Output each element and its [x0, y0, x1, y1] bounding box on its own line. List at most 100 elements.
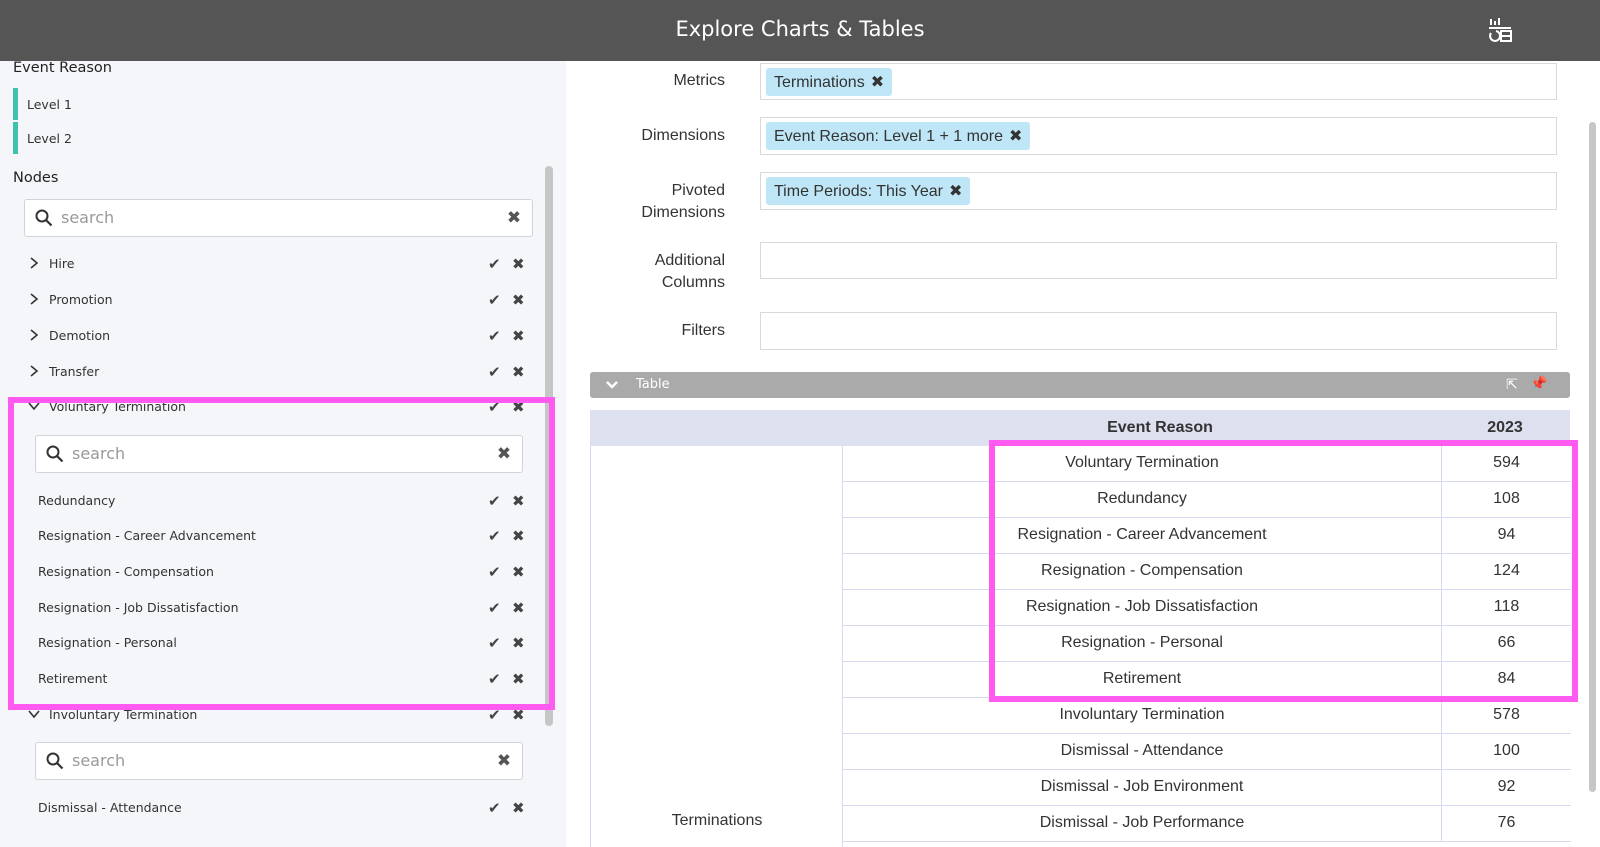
node-row-promotion[interactable]: Promotion ✔ ✖ [0, 282, 546, 318]
search-icon [46, 752, 64, 770]
close-icon[interactable]: ✖ [512, 670, 525, 688]
chevron-down-icon[interactable] [604, 377, 620, 393]
check-icon[interactable]: ✔ [488, 670, 501, 688]
left-scrollbar[interactable] [545, 166, 553, 726]
child-label: Resignation - Job Dissatisfaction [38, 600, 239, 615]
list-item[interactable]: Resignation - Personal ✔ ✖ [0, 625, 546, 661]
chevron-right-icon[interactable] [27, 292, 41, 306]
chevron-down-icon[interactable] [27, 707, 41, 721]
row-reason: Dismissal - Job Environment [1040, 778, 1244, 795]
close-icon[interactable]: ✖ [512, 799, 525, 817]
row-value: 66 [1441, 626, 1571, 662]
row-reason: Dismissal - Job Performance [1039, 814, 1245, 831]
check-icon[interactable]: ✔ [488, 799, 501, 817]
close-icon[interactable]: ✖ [512, 398, 525, 416]
list-item[interactable]: Resignation - Job Dissatisfaction ✔ ✖ [0, 590, 546, 626]
clear-icon[interactable]: ✖ [505, 209, 523, 227]
node-row-transfer[interactable]: Transfer ✔ ✖ [0, 354, 546, 390]
close-icon[interactable]: ✖ [512, 492, 525, 510]
remove-icon[interactable]: ✖ [1009, 128, 1022, 145]
close-icon[interactable]: ✖ [512, 527, 525, 545]
check-icon[interactable]: ✔ [488, 327, 501, 345]
list-item[interactable]: Dismissal - Attendance ✔ ✖ [0, 790, 546, 826]
metrics-label: Metrics [673, 72, 725, 89]
pivoted-dimensions-field[interactable]: Time Periods: This Year ✖ [760, 172, 1557, 210]
node-row-voluntary-termination[interactable]: Voluntary Termination ✔ ✖ [0, 389, 546, 425]
row-value: 124 [1441, 554, 1571, 590]
chevron-down-icon[interactable] [27, 399, 41, 413]
close-icon[interactable]: ✖ [512, 706, 525, 724]
chevron-right-icon[interactable] [27, 328, 41, 342]
row-value: 76 [1441, 806, 1571, 842]
node-row-hire[interactable]: Hire ✔ ✖ [0, 246, 546, 282]
close-icon[interactable]: ✖ [512, 634, 525, 652]
clear-icon[interactable]: ✖ [495, 752, 513, 770]
voluntary-search-input[interactable] [72, 444, 372, 463]
export-icon[interactable]: ⇱ [1506, 376, 1518, 393]
row-reason: Resignation - Career Advancement [1017, 526, 1267, 543]
nodes-search-input[interactable] [61, 208, 361, 227]
involuntary-search-input[interactable] [72, 751, 372, 770]
table-row: Dismissal - Job Environment 92 [843, 770, 1571, 806]
check-icon[interactable]: ✔ [488, 563, 501, 581]
level-1-item[interactable]: Level 1 [27, 97, 72, 112]
clear-icon[interactable]: ✖ [495, 445, 513, 463]
close-icon[interactable]: ✖ [512, 327, 525, 345]
check-icon[interactable]: ✔ [488, 363, 501, 381]
close-icon[interactable]: ✖ [512, 599, 525, 617]
check-icon[interactable]: ✔ [488, 527, 501, 545]
check-icon[interactable]: ✔ [488, 291, 501, 309]
event-reason-label: Event Reason [13, 61, 112, 76]
row-value: 94 [1441, 518, 1571, 554]
row-reason: Redundancy [1097, 490, 1187, 507]
check-icon[interactable]: ✔ [488, 255, 501, 273]
close-icon[interactable]: ✖ [512, 563, 525, 581]
metric-chip[interactable]: Terminations ✖ [766, 68, 893, 96]
pivot-chip[interactable]: Time Periods: This Year ✖ [766, 177, 971, 205]
table-section-bar[interactable]: Table ⇱ 📌 [590, 372, 1570, 398]
check-icon[interactable]: ✔ [488, 706, 501, 724]
list-item[interactable]: Redundancy ✔ ✖ [0, 483, 546, 519]
search-icon [35, 209, 53, 227]
table-row: Resignation - Career Advancement 94 [843, 518, 1571, 554]
list-item[interactable]: Resignation - Compensation ✔ ✖ [0, 554, 546, 590]
node-label: Voluntary Termination [49, 399, 186, 414]
pivoted-label-1: Pivoted [671, 182, 725, 199]
check-icon[interactable]: ✔ [488, 492, 501, 510]
node-label: Promotion [49, 292, 113, 307]
right-scrollbar[interactable] [1589, 122, 1596, 792]
metrics-field[interactable]: Terminations ✖ [760, 63, 1557, 100]
additional-columns-field[interactable] [760, 242, 1557, 279]
remove-icon[interactable]: ✖ [871, 74, 884, 91]
table-title: Table [636, 377, 670, 392]
table-row: Dismissal - Attendance 100 [843, 734, 1571, 770]
table-header: Event Reason 2023 [590, 410, 1570, 446]
row-value: 594 [1441, 446, 1571, 482]
metric-label: Terminations [671, 812, 763, 829]
column-header-event-reason: Event Reason [1107, 419, 1213, 436]
remove-icon[interactable]: ✖ [949, 183, 962, 200]
chevron-right-icon[interactable] [27, 256, 41, 270]
check-icon[interactable]: ✔ [488, 398, 501, 416]
close-icon[interactable]: ✖ [512, 291, 525, 309]
node-row-demotion[interactable]: Demotion ✔ ✖ [0, 318, 546, 354]
dimension-chip[interactable]: Event Reason: Level 1 + 1 more ✖ [766, 122, 1031, 150]
filters-field[interactable] [760, 312, 1557, 350]
close-icon[interactable]: ✖ [512, 255, 525, 273]
dimensions-field[interactable]: Event Reason: Level 1 + 1 more ✖ [760, 117, 1557, 155]
chart-table-icon[interactable] [1487, 17, 1513, 43]
dimensions-label: Dimensions [641, 127, 725, 144]
row-reason: Retirement [1102, 670, 1182, 687]
close-icon[interactable]: ✖ [512, 363, 525, 381]
node-row-involuntary-termination[interactable]: Involuntary Termination ✔ ✖ [0, 697, 546, 733]
check-icon[interactable]: ✔ [488, 634, 501, 652]
level-2-item[interactable]: Level 2 [27, 131, 72, 146]
list-item[interactable]: Resignation - Career Advancement ✔ ✖ [0, 518, 546, 554]
metric-cell: Terminations [591, 446, 843, 847]
row-value: 578 [1441, 698, 1571, 734]
check-icon[interactable]: ✔ [488, 599, 501, 617]
pin-icon[interactable]: 📌 [1530, 375, 1547, 392]
table-row: Involuntary Termination 578 [843, 698, 1571, 734]
chevron-right-icon[interactable] [27, 364, 41, 378]
list-item[interactable]: Retirement ✔ ✖ [0, 661, 546, 697]
